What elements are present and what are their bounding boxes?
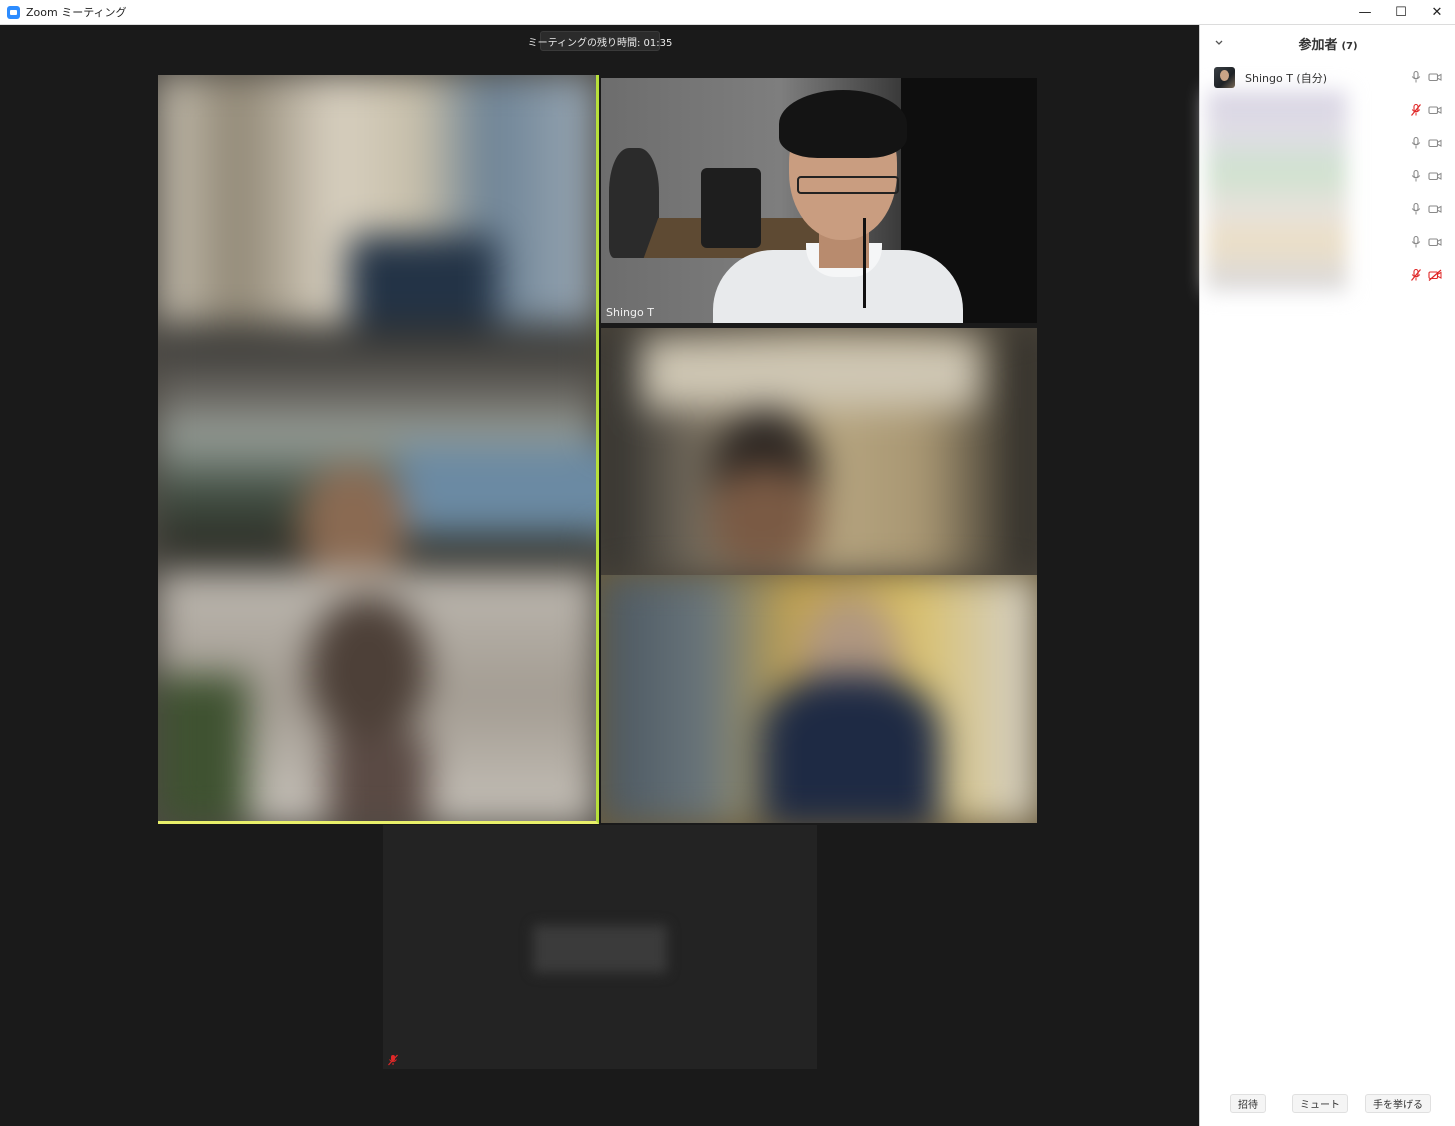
video-tile-active-speaker[interactable] bbox=[158, 75, 599, 824]
participant-name: Shingo T (自分) bbox=[1245, 72, 1327, 85]
video-camera-icon[interactable] bbox=[1428, 136, 1442, 150]
window-title: Zoom ミーティング bbox=[26, 6, 127, 19]
video-tile-shingo[interactable]: Shingo T bbox=[601, 78, 1037, 323]
participants-title-text: 参加者 bbox=[1298, 38, 1338, 53]
video-tile[interactable] bbox=[601, 328, 1037, 575]
video-gallery: ミーティングの残り時間: 01:35 Shingo T bbox=[1, 25, 1199, 1126]
mic-muted-icon[interactable] bbox=[1409, 268, 1423, 282]
video-camera-icon[interactable] bbox=[1428, 70, 1442, 84]
mic-muted-icon bbox=[388, 1054, 398, 1066]
participants-footer: 招待 ミュート 手を挙げる bbox=[1200, 1094, 1455, 1114]
mute-all-button[interactable]: ミュート bbox=[1292, 1094, 1348, 1113]
window-controls: — ☐ ✕ bbox=[1347, 0, 1455, 25]
participants-title: 参加者 (7) bbox=[1200, 34, 1455, 53]
video-off-icon[interactable] bbox=[1428, 268, 1442, 282]
participants-panel-header: 参加者 (7) bbox=[1200, 25, 1455, 59]
mic-icon[interactable] bbox=[1409, 136, 1423, 150]
blurred-participant-name bbox=[533, 925, 667, 973]
meeting-timer: ミーティングの残り時間: 01:35 bbox=[528, 31, 672, 51]
participant-name-label: Shingo T bbox=[606, 306, 654, 319]
minimize-button[interactable]: — bbox=[1347, 0, 1383, 25]
mic-icon[interactable] bbox=[1409, 235, 1423, 249]
participants-panel: 参加者 (7) Shingo T (自分) 招待 ミュート 手を挙げる bbox=[1199, 25, 1455, 1126]
avatar bbox=[1214, 67, 1235, 88]
video-camera-icon[interactable] bbox=[1428, 103, 1442, 117]
blurred-video bbox=[601, 328, 1037, 575]
mic-muted-icon[interactable] bbox=[1409, 103, 1423, 117]
mic-icon[interactable] bbox=[1409, 169, 1423, 183]
mic-icon[interactable] bbox=[1409, 202, 1423, 216]
video-tile[interactable] bbox=[601, 575, 1037, 823]
title-bar: Zoom ミーティング — ☐ ✕ bbox=[0, 0, 1455, 25]
maximize-button[interactable]: ☐ bbox=[1383, 0, 1419, 25]
video-camera-icon[interactable] bbox=[1428, 235, 1442, 249]
video-tile-no-video[interactable] bbox=[383, 825, 817, 1069]
raise-hand-button[interactable]: 手を挙げる bbox=[1365, 1094, 1431, 1113]
participants-count: (7) bbox=[1341, 41, 1358, 52]
close-button[interactable]: ✕ bbox=[1419, 0, 1455, 25]
blurred-video bbox=[158, 75, 596, 821]
video-camera-icon[interactable] bbox=[1428, 202, 1442, 216]
blurred-video bbox=[601, 575, 1037, 823]
mic-icon[interactable] bbox=[1409, 70, 1423, 84]
video-camera-icon[interactable] bbox=[1428, 169, 1442, 183]
invite-button[interactable]: 招待 bbox=[1230, 1094, 1266, 1113]
zoom-app-icon bbox=[7, 5, 20, 19]
